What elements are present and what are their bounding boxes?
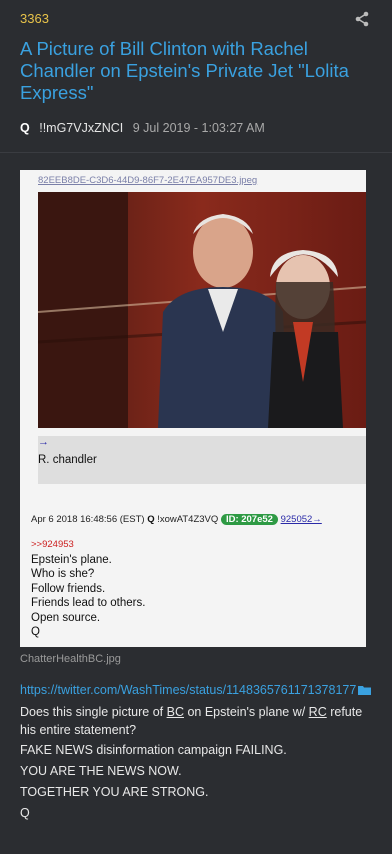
quoted-line: Follow friends. <box>31 582 106 595</box>
share-icon[interactable] <box>354 11 370 27</box>
quoted-id-badge: ID: 207e52 <box>220 514 278 525</box>
quoted-line: Epstein's plane. <box>31 553 112 566</box>
post-date: 9 Jul 2019 - 1:03:27 AM <box>132 121 265 135</box>
quoted-ref-link[interactable]: 925052→ <box>281 514 322 525</box>
quoted-date: Apr 6 2018 16:48:56 (EST) <box>31 514 145 525</box>
message-line-5: Q <box>20 806 30 820</box>
quoted-line: Open source. <box>31 611 101 624</box>
attached-screenshot[interactable]: 82EEB8DE-C3D6-44D9-86F7-2E47EA957DE3.jpe… <box>20 170 366 647</box>
post-body: https://twitter.com/WashTimes/status/114… <box>20 680 376 824</box>
message-line-1: Does this single picture of BC on Epstei… <box>20 705 363 737</box>
screenshot-filename[interactable]: 82EEB8DE-C3D6-44D9-86F7-2E47EA957DE3.jpe… <box>38 175 257 186</box>
folder-icon[interactable] <box>358 685 372 695</box>
quoted-line: Who is she? <box>31 568 95 580</box>
image-filename[interactable]: ChatterHealthBC.jpg <box>20 653 121 665</box>
twitter-link-text[interactable]: https://twitter.com/WashTimes/status/114… <box>20 683 356 697</box>
quoted-line: Q <box>31 626 40 638</box>
rc-abbr: RC <box>308 705 327 719</box>
post-tripcode: !!mG7VJxZNCI <box>39 121 124 135</box>
message-line-2: FAKE NEWS disinformation campaign FAILIN… <box>20 743 287 757</box>
twitter-link[interactable]: https://twitter.com/WashTimes/status/114… <box>20 683 372 697</box>
post-title[interactable]: A Picture of Bill Clinton with Rachel Ch… <box>20 38 375 104</box>
quoted-author: Q <box>147 514 155 525</box>
divider <box>0 152 392 153</box>
post-number: 3363 <box>20 11 49 26</box>
caption-box: → R. chandler <box>38 436 366 484</box>
photo <box>38 192 366 428</box>
quoted-line: Friends lead to others. <box>31 597 146 609</box>
caption-arrow[interactable]: → <box>38 436 49 448</box>
post-author: Q <box>20 121 30 135</box>
quoted-post-header: Apr 6 2018 16:48:56 (EST) Q !xowAT4Z3VQ … <box>31 514 322 525</box>
bc-abbr: BC <box>166 705 184 719</box>
quoted-post-body: >>924953 Epstein's plane. Who is she? Fo… <box>31 538 145 640</box>
message-line-4: TOGETHER YOU ARE STRONG. <box>20 785 209 799</box>
reply-ref[interactable]: >>924953 <box>31 538 145 553</box>
post-meta: Q !!mG7VJxZNCI 9 Jul 2019 - 1:03:27 AM <box>20 121 265 135</box>
photo-caption: R. chandler <box>38 454 97 466</box>
quoted-trip: !xowAT4Z3VQ <box>157 514 219 525</box>
message-line-3: YOU ARE THE NEWS NOW. <box>20 764 182 778</box>
